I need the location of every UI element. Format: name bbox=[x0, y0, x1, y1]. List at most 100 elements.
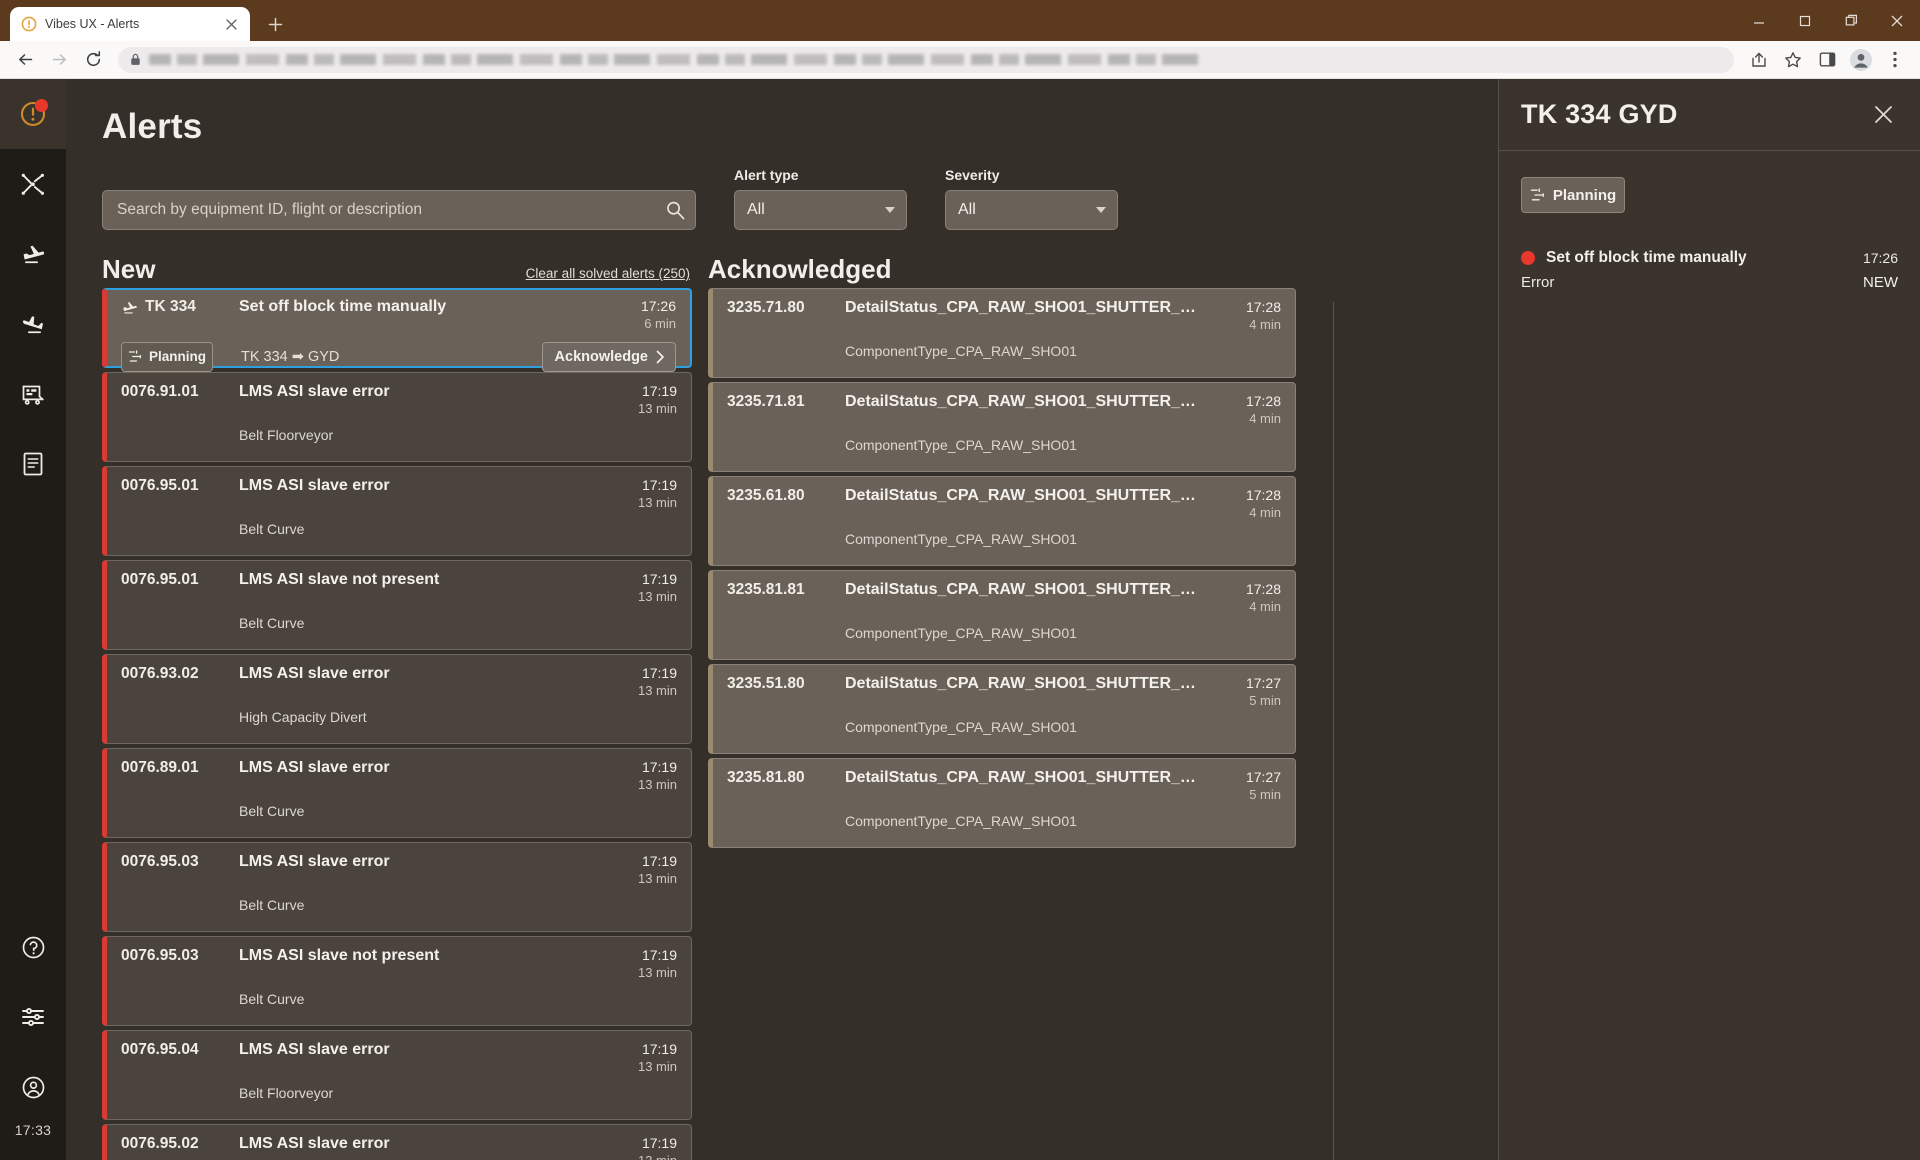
severity-select[interactable]: All bbox=[945, 190, 1118, 230]
alert-card[interactable]: 0076.91.01 LMS ASI slave error 17:19 13 min… bbox=[102, 372, 692, 462]
alert-type-value: All bbox=[747, 201, 765, 218]
sidebar-item-reports[interactable] bbox=[0, 429, 66, 499]
detail-alert-entry[interactable]: Set off block time manually 17:26 Error … bbox=[1521, 249, 1898, 291]
alert-card[interactable]: 0076.95.01 LMS ASI slave not present 17:19… bbox=[102, 560, 692, 650]
sidebar-item-alerts[interactable] bbox=[0, 79, 66, 149]
address-bar[interactable] bbox=[118, 46, 1734, 73]
alert-time: 17:19 bbox=[641, 853, 677, 869]
alert-card[interactable]: 0076.95.02 LMS ASI slave error 17:19 13 min… bbox=[102, 1124, 692, 1160]
alert-card[interactable]: 0076.93.02 LMS ASI slave error 17:19 13 min… bbox=[102, 654, 692, 744]
alert-card[interactable]: 0076.95.03 LMS ASI slave not present 17:19… bbox=[102, 936, 692, 1026]
alert-time: 17:19 bbox=[641, 383, 677, 399]
star-icon[interactable] bbox=[1778, 45, 1808, 75]
side-panel-icon[interactable] bbox=[1812, 45, 1842, 75]
three-dots-menu-icon[interactable] bbox=[1880, 45, 1910, 75]
close-icon[interactable] bbox=[222, 15, 240, 33]
alert-elapsed: 13 min bbox=[637, 682, 677, 698]
acknowledged-alerts-list[interactable]: 3235.71.80 DetailStatus_CPA_RAW_SHO01_SHU… bbox=[708, 288, 1300, 1160]
alert-card-row-primary: 3235.71.81 DetailStatus_CPA_RAW_SHO01_SHU… bbox=[727, 393, 1281, 427]
alert-time-group: 17:27 5 min bbox=[1209, 769, 1281, 803]
alert-detail-panel: TK 334 GYD Planning Set off block time m… bbox=[1498, 79, 1920, 1160]
close-icon[interactable] bbox=[1868, 100, 1898, 130]
alert-time-group: 17:19 13 min bbox=[605, 665, 677, 699]
alert-card[interactable]: 3235.51.80 DetailStatus_CPA_RAW_SHO01_SHU… bbox=[708, 664, 1296, 754]
alert-elapsed: 13 min bbox=[637, 964, 677, 980]
alert-card[interactable]: 3235.71.81 DetailStatus_CPA_RAW_SHO01_SHU… bbox=[708, 382, 1296, 472]
profile-avatar-icon[interactable] bbox=[1846, 45, 1876, 75]
plus-icon[interactable] bbox=[260, 9, 290, 39]
alert-card-selected[interactable]: TK 334 Set off block time manually 17:26… bbox=[102, 288, 692, 372]
alert-card[interactable]: 0076.95.03 LMS ASI slave error 17:19 13 min… bbox=[102, 842, 692, 932]
back-arrow-icon[interactable] bbox=[10, 45, 40, 75]
flight-arrival-icon bbox=[20, 311, 46, 337]
detail-planning-chip[interactable]: Planning bbox=[1521, 177, 1625, 213]
clear-all-solved-alerts-link[interactable]: Clear all solved alerts (250) bbox=[526, 266, 690, 281]
new-alerts-list[interactable]: TK 334 Set off block time manually 17:26… bbox=[102, 288, 696, 1160]
flight-departure-icon bbox=[121, 299, 138, 316]
sidebar-item-shuffle[interactable] bbox=[0, 149, 66, 219]
alert-equipment-id: 3235.81.80 bbox=[727, 769, 805, 786]
alert-description: LMS ASI slave error bbox=[239, 1041, 390, 1058]
browser-tab[interactable]: Vibes UX - Alerts bbox=[10, 7, 250, 41]
alert-card[interactable]: 3235.61.80 DetailStatus_CPA_RAW_SHO01_SHU… bbox=[708, 476, 1296, 566]
alert-equipment-id: 3235.71.81 bbox=[727, 393, 805, 410]
acknowledge-button[interactable]: Acknowledge bbox=[541, 341, 676, 372]
alert-time: 17:28 bbox=[1245, 393, 1281, 409]
restore-down-icon[interactable] bbox=[1828, 0, 1874, 41]
alert-card[interactable]: 3235.81.81 DetailStatus_CPA_RAW_SHO01_SHU… bbox=[708, 570, 1296, 660]
alert-equipment-type: ComponentType_CPA_RAW_SHO01 bbox=[845, 812, 1077, 829]
alert-time: 17:27 bbox=[1245, 769, 1281, 785]
alert-description: LMS ASI slave error bbox=[239, 665, 390, 682]
alert-card[interactable]: 0076.95.04 LMS ASI slave error 17:19 13 min… bbox=[102, 1030, 692, 1120]
alert-card[interactable]: 0076.89.01 LMS ASI slave error 17:19 13 min… bbox=[102, 748, 692, 838]
alert-card-row-primary: 0076.95.04 LMS ASI slave error 17:19 13 min bbox=[121, 1041, 677, 1075]
alert-time-group: 17:19 13 min bbox=[605, 1041, 677, 1075]
reload-icon[interactable] bbox=[78, 45, 108, 75]
alert-equipment-id: 0076.95.01 bbox=[121, 477, 199, 494]
alert-elapsed: 4 min bbox=[1249, 504, 1281, 520]
alert-card[interactable]: 3235.81.80 DetailStatus_CPA_RAW_SHO01_SHU… bbox=[708, 758, 1296, 848]
sidebar-item-arrivals[interactable] bbox=[0, 289, 66, 359]
detail-entry-title: Set off block time manually bbox=[1546, 249, 1747, 266]
alert-time-group: 17:19 13 min bbox=[605, 759, 677, 793]
new-column-header: New Clear all solved alerts (250) bbox=[102, 230, 696, 288]
status-badge: NEW bbox=[1863, 274, 1898, 291]
planning-chip[interactable]: Planning bbox=[121, 341, 213, 372]
search-icon[interactable] bbox=[664, 199, 686, 221]
alert-card-row-secondary: ComponentType_CPA_RAW_SHO01 bbox=[727, 343, 1281, 359]
alert-equipment-type: Belt Floorveyor bbox=[239, 426, 334, 443]
sidebar-item-baggage[interactable] bbox=[0, 359, 66, 429]
detail-panel-body: Planning Set off block time manually 17:… bbox=[1499, 151, 1920, 291]
sidebar-item-settings[interactable] bbox=[0, 982, 66, 1052]
forward-arrow-icon[interactable] bbox=[44, 45, 74, 75]
alert-card-row-primary: 0076.95.02 LMS ASI slave error 17:19 13 min bbox=[121, 1135, 677, 1160]
minimize-icon[interactable] bbox=[1736, 0, 1782, 41]
alert-equipment-id: 0076.95.03 bbox=[121, 853, 199, 870]
alert-equipment-type: ComponentType_CPA_RAW_SHO01 bbox=[845, 342, 1077, 359]
browser-tab-title: Vibes UX - Alerts bbox=[45, 17, 140, 31]
search-input[interactable] bbox=[102, 190, 696, 230]
alert-card-row-secondary: Belt Curve bbox=[121, 897, 677, 913]
alert-card[interactable]: 3235.71.80 DetailStatus_CPA_RAW_SHO01_SHU… bbox=[708, 288, 1296, 378]
filter-severity: Severity All bbox=[945, 167, 1118, 230]
alert-equipment-id: 0076.91.01 bbox=[121, 383, 199, 400]
alert-type-select[interactable]: All bbox=[734, 190, 907, 230]
alert-card[interactable]: 0076.95.01 LMS ASI slave error 17:19 13 min… bbox=[102, 466, 692, 556]
alert-description: DetailStatus_CPA_RAW_SHO01_SHUTTER_… bbox=[845, 487, 1196, 504]
application-root: 17:33 Alerts Alert type All bbox=[0, 79, 1920, 1160]
share-icon[interactable] bbox=[1744, 45, 1774, 75]
alert-description: DetailStatus_CPA_RAW_SHO01_SHUTTER_… bbox=[845, 299, 1196, 316]
alert-equipment-type: Belt Curve bbox=[239, 990, 305, 1007]
sidebar-item-departures[interactable] bbox=[0, 219, 66, 289]
maximize-icon[interactable] bbox=[1782, 0, 1828, 41]
alert-equipment-type: ComponentType_CPA_RAW_SHO01 bbox=[845, 624, 1077, 641]
alert-equipment-type: Belt Floorveyor bbox=[239, 1084, 334, 1101]
acknowledge-button-label: Acknowledge bbox=[554, 348, 648, 365]
alert-time-group: 17:19 13 min bbox=[605, 383, 677, 417]
lock-icon bbox=[130, 53, 141, 66]
sidebar-item-help[interactable] bbox=[0, 912, 66, 982]
window-close-icon[interactable] bbox=[1874, 0, 1920, 41]
alert-circle-icon bbox=[20, 16, 37, 33]
chevron-right-icon bbox=[656, 350, 665, 364]
sidebar-item-account[interactable] bbox=[0, 1052, 66, 1122]
